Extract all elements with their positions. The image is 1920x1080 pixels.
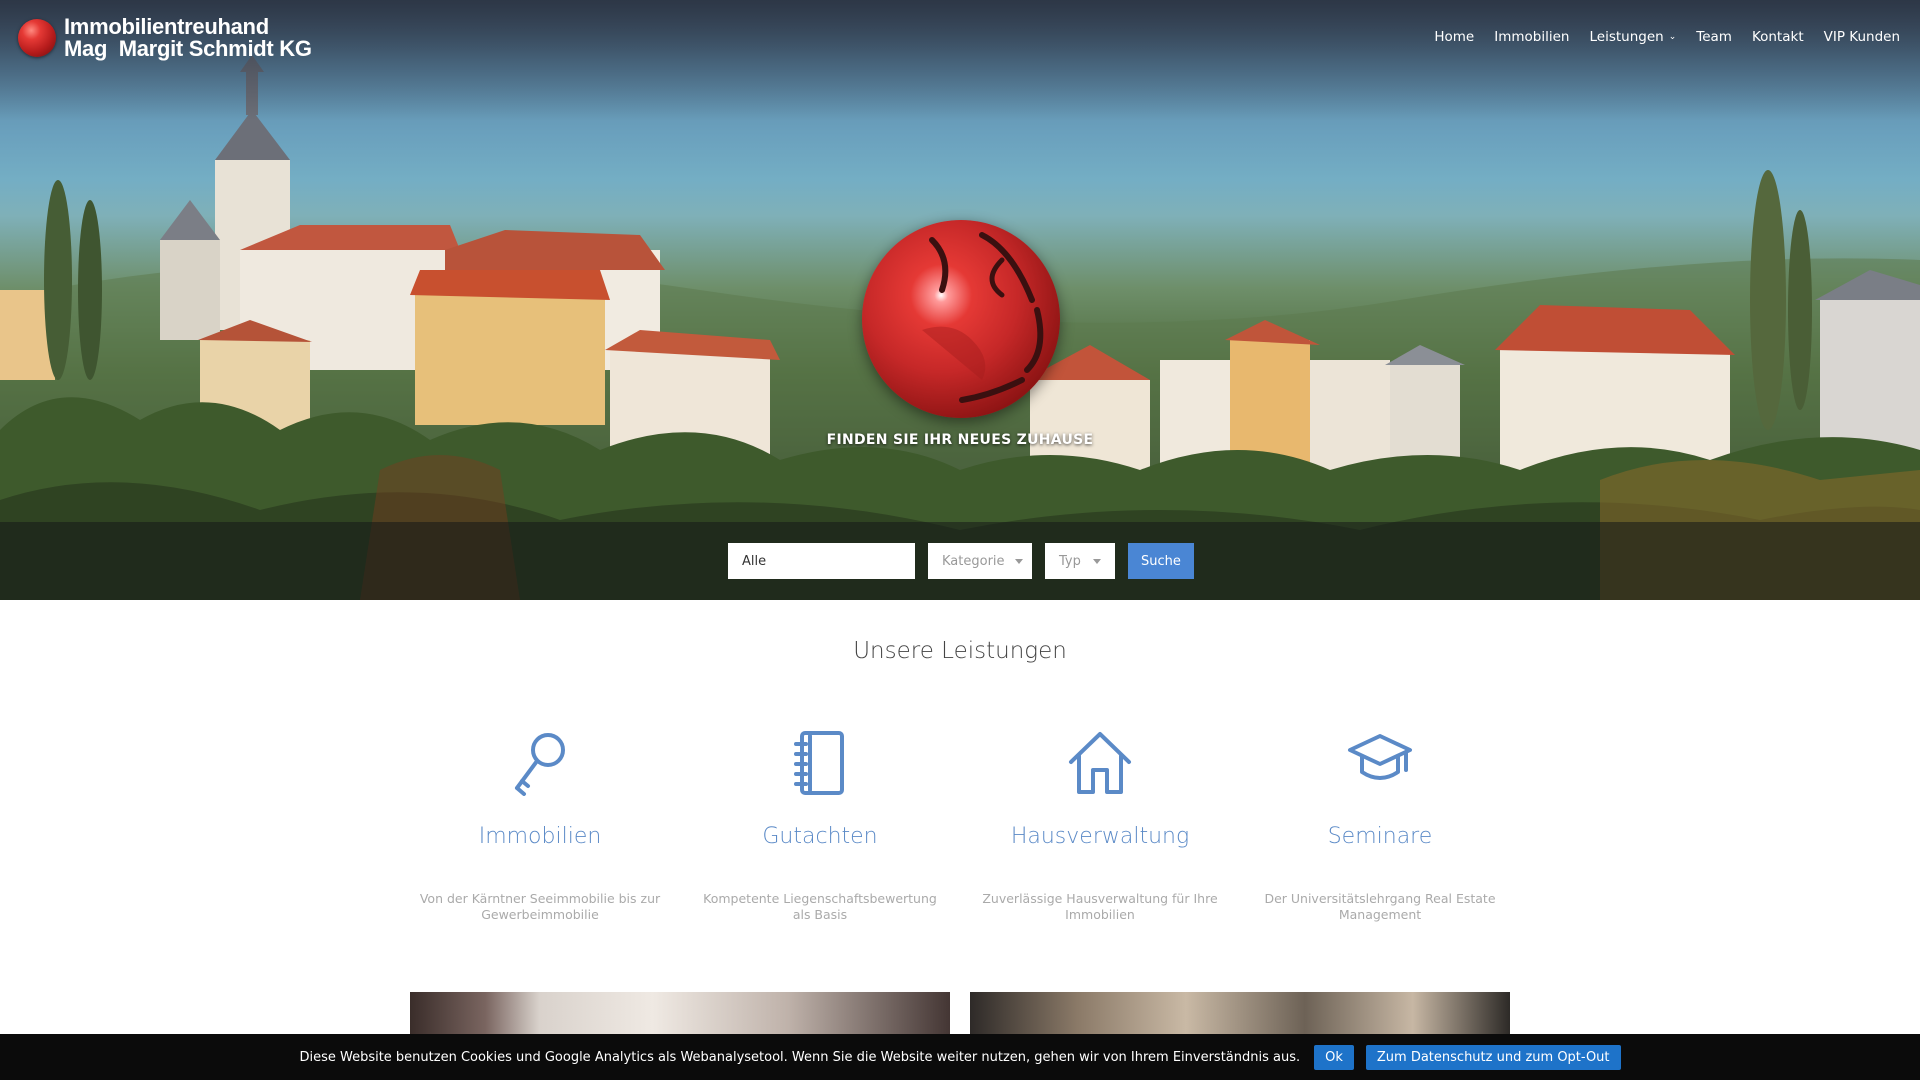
nav-item-immobilien[interactable]: Immobilien [1494, 29, 1569, 45]
nav-item-leistungen[interactable]: Leistungen ⌄ [1589, 29, 1676, 45]
nav-item-label: Kontakt [1751, 29, 1804, 45]
service-item-hausverwaltung[interactable]: Hausverwaltung Zuverlässige Hausverwaltu… [960, 730, 1240, 923]
hero-tagline: FINDEN SIE IHR NEUES ZUHAUSE [826, 432, 1094, 448]
site-logo[interactable]: Immobilientreuhand Mag Margit Schmidt KG [18, 16, 312, 60]
logo-text: Immobilientreuhand Mag Margit Schmidt KG [64, 16, 312, 60]
nav-item-label: Immobilien [1494, 29, 1570, 45]
category-select-label: Kategorie [942, 553, 1005, 569]
property-search-form: Kategorie Typ Suche [728, 543, 1194, 579]
logo-line-1: Immobilientreuhand [64, 14, 269, 39]
logo-line-2: Mag Margit Schmidt KG [64, 36, 312, 61]
red-globe-icon [862, 220, 1060, 418]
cookie-text: Diese Website benutzen Cookies und Googl… [299, 1049, 1301, 1065]
graduation-cap-icon [1240, 730, 1520, 802]
nav-item-label: Leistungen [1589, 29, 1664, 45]
cookie-ok-button[interactable]: Ok [1314, 1044, 1354, 1070]
nav-item-home[interactable]: Home [1434, 29, 1474, 45]
house-icon [960, 730, 1240, 802]
service-title: Seminare [1327, 824, 1433, 849]
nav-item-label: VIP Kunden [1823, 29, 1900, 45]
service-title: Hausverwaltung [1010, 824, 1190, 849]
type-select[interactable]: Typ [1045, 543, 1115, 579]
type-select-label: Typ [1059, 553, 1081, 569]
caret-down-icon [1093, 558, 1101, 564]
service-description: Zuverlässige Hausverwaltung für Ihre Imm… [982, 891, 1218, 922]
notebook-icon [680, 730, 960, 802]
service-description: Kompetente Liegenschaftsbewertung als Ba… [703, 891, 937, 922]
service-description: Der Universitätslehrgang Real Estate Man… [1264, 891, 1496, 922]
key-icon [400, 730, 680, 802]
cookie-privacy-button[interactable]: Zum Datenschutz und zum Opt-Out [1365, 1044, 1621, 1070]
search-input[interactable] [728, 543, 915, 579]
services-list: Immobilien Von der Kärntner Seeimmobilie… [400, 730, 1520, 923]
service-item-immobilien[interactable]: Immobilien Von der Kärntner Seeimmobilie… [400, 730, 680, 923]
nav-item-vip-kunden[interactable]: VIP Kunden [1824, 29, 1900, 45]
red-globe-icon [18, 19, 56, 57]
nav-item-kontakt[interactable]: Kontakt [1752, 29, 1804, 45]
nav-item-team[interactable]: Team [1696, 29, 1732, 45]
nav-item-label: Home [1434, 29, 1475, 45]
service-title: Immobilien [478, 824, 602, 849]
section-title: Unsere Leistungen [853, 638, 1067, 664]
service-description: Von der Kärntner Seeimmobilie bis zur Ge… [419, 891, 661, 922]
search-button[interactable]: Suche [1128, 543, 1194, 579]
service-title: Gutachten [762, 824, 878, 849]
caret-down-icon [1014, 558, 1023, 564]
cookie-banner: Diese Website benutzen Cookies und Googl… [0, 1034, 1920, 1080]
service-item-gutachten[interactable]: Gutachten Kompetente Liegenschaftsbewert… [680, 730, 960, 923]
category-select[interactable]: Kategorie [928, 543, 1032, 579]
main-nav: Home Immobilien Leistungen ⌄ Team Kontakt… [1434, 29, 1900, 45]
nav-item-label: Team [1696, 29, 1732, 45]
chevron-down-icon: ⌄ [1668, 32, 1677, 42]
service-item-seminare[interactable]: Seminare Der Universitätslehrgang Real E… [1240, 730, 1520, 923]
